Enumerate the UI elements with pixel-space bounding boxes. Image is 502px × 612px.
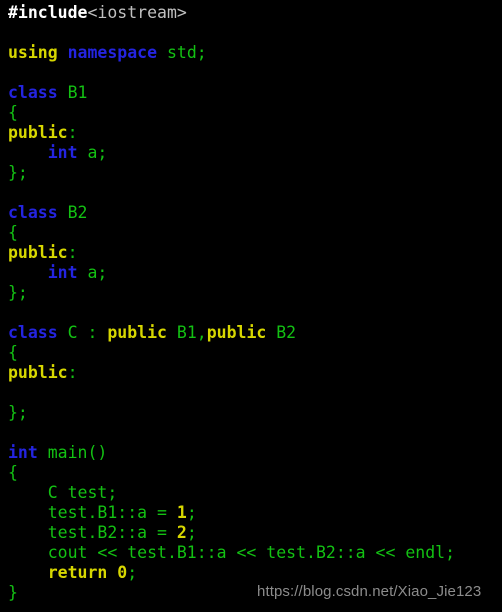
code-token: using [8,43,58,62]
code-token: public [206,323,267,342]
code-token: public [107,323,167,342]
code-line: return 0; [8,563,455,583]
code-token: class [8,323,58,342]
code-token: #include [8,3,88,22]
code-token: ; [127,563,138,582]
code-editor[interactable]: #include<iostream> using namespace std; … [0,0,502,612]
code-line: cout << test.B1::a << test.B2::a << endl… [8,543,455,563]
code-token: int [47,263,78,282]
code-line: { [8,343,455,363]
code-line: class B2 [8,203,455,223]
code-line: public: [8,363,455,383]
code-line: }; [8,163,455,183]
code-token: main() [37,443,108,462]
code-line: test.B2::a = 2; [8,523,455,543]
code-line: test.B1::a = 1; [8,503,455,523]
code-line: class C : public B1,public B2 [8,323,455,343]
code-token: { [8,223,18,242]
code-token: 1 [176,503,187,522]
code-line: { [8,223,455,243]
code-token: ; [186,503,197,522]
code-line: public: [8,123,455,143]
code-line: }; [8,283,455,303]
code-token: }; [8,283,28,302]
code-line: C test; [8,483,455,503]
code-token: C : [57,323,108,342]
code-token: 0 [117,563,128,582]
code-line: #include<iostream> [8,3,455,23]
code-line: using namespace std; [8,43,455,63]
code-token: : [67,363,78,382]
code-token: }; [8,163,28,182]
code-token: B1 [57,83,88,102]
code-token: a; [77,143,108,162]
code-content[interactable]: #include<iostream> using namespace std; … [8,3,455,603]
code-line: }; [8,403,455,423]
code-token: public [8,363,68,382]
code-token: public [8,123,68,142]
code-token: a; [77,263,108,282]
code-token: cout << test.B1::a << test.B2::a << endl… [8,543,456,562]
code-token: { [8,343,18,362]
code-token: B2 [266,323,297,342]
code-line: int a; [8,143,455,163]
code-token: B1, [166,323,207,342]
code-token: } [8,583,18,602]
code-token: { [8,463,18,482]
code-token: : [67,243,78,262]
code-token: ; [186,523,197,542]
code-token: }; [8,403,28,422]
code-token: int [8,443,38,462]
code-token: test.B1::a = [8,503,177,522]
code-token: : [67,123,78,142]
code-token: int [47,143,78,162]
code-token: return [47,563,108,582]
watermark-text: https://blog.csdn.net/Xiao_Jie123 [257,583,482,600]
code-token: class [8,83,58,102]
code-token: <iostream> [87,3,187,22]
code-token: B2 [57,203,88,222]
code-token: std; [157,43,207,62]
code-line: int main() [8,443,455,463]
code-line: { [8,103,455,123]
code-token: test.B2::a = [8,523,177,542]
code-token: namespace [67,43,158,62]
code-token: class [8,203,58,222]
code-line: { [8,463,455,483]
code-line: public: [8,243,455,263]
code-line: int a; [8,263,455,283]
code-token: C test; [8,483,118,502]
code-line: class B1 [8,83,455,103]
code-token: public [8,243,68,262]
code-token: 2 [176,523,187,542]
code-token: { [8,103,18,122]
